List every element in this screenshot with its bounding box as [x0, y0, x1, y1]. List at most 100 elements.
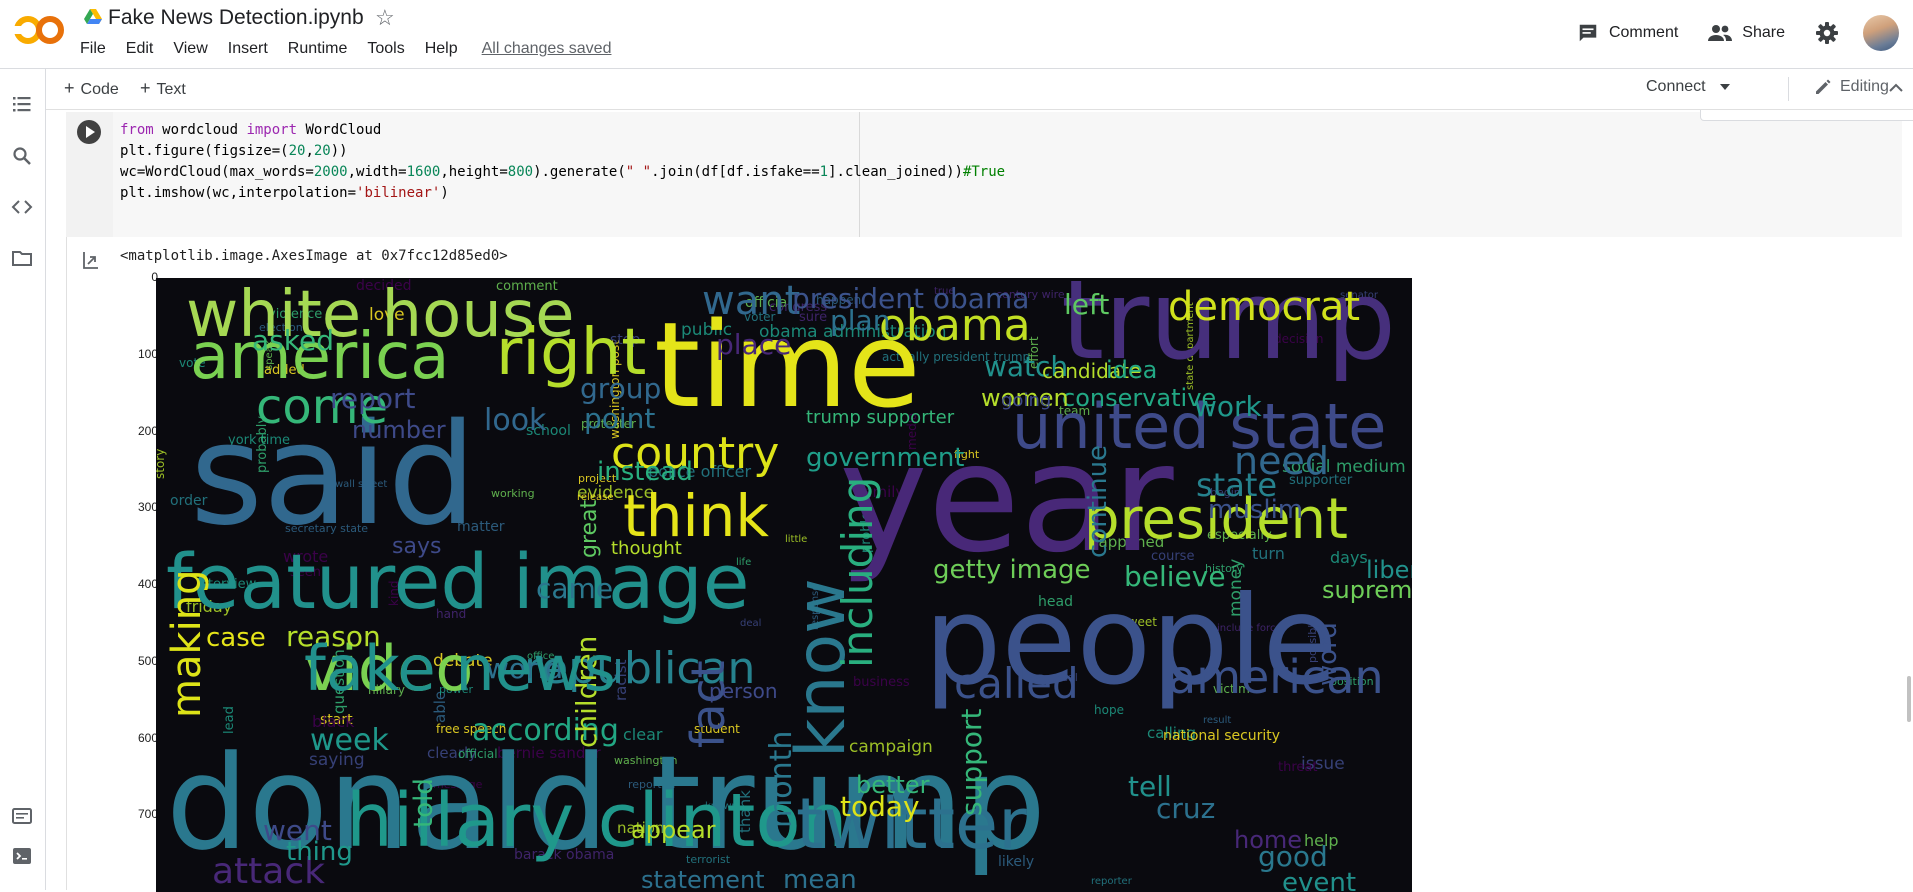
settings-gear-icon[interactable]: [1815, 21, 1839, 45]
people-icon: [1708, 25, 1733, 41]
header-actions: Comment Share: [1577, 15, 1913, 51]
code-editor[interactable]: from wordcloud import WordCloud plt.figu…: [113, 110, 1913, 237]
search-icon[interactable]: [11, 145, 33, 167]
user-avatar[interactable]: [1863, 15, 1899, 51]
files-folder-icon[interactable]: [11, 247, 33, 269]
wordcloud-word: statement: [641, 866, 765, 892]
wordcloud-word: point: [584, 402, 655, 435]
wordcloud-word: place: [716, 328, 791, 361]
menu-runtime[interactable]: Runtime: [288, 40, 358, 62]
wordcloud-word: national security: [1163, 728, 1280, 744]
wordcloud-word: event: [1282, 868, 1356, 892]
command-palette-icon[interactable]: [11, 805, 33, 827]
y-tick-label: 0: [151, 270, 158, 284]
menu-view[interactable]: View: [173, 40, 217, 62]
add-text-button[interactable]: + Text: [140, 78, 186, 99]
wordcloud-word: american: [1168, 650, 1384, 704]
wordcloud-word: report: [330, 382, 416, 415]
wordcloud-word: left: [1064, 288, 1109, 321]
add-code-label: Code: [80, 81, 119, 98]
comment-label: Comment: [1608, 24, 1679, 41]
star-icon[interactable]: ☆: [375, 5, 395, 31]
wordcloud-word: says: [392, 534, 441, 559]
connect-button[interactable]: Connect: [1646, 78, 1730, 96]
comment-button[interactable]: Comment: [1577, 22, 1678, 44]
wordcloud-word: business: [853, 675, 910, 690]
wordcloud-word: including: [833, 477, 882, 668]
wordcloud-word: going: [1001, 390, 1051, 411]
save-status[interactable]: All changes saved: [482, 40, 612, 62]
output-actions-icon[interactable]: [80, 249, 102, 271]
terminal-icon[interactable]: [11, 845, 33, 867]
colab-logo[interactable]: [14, 12, 64, 48]
toolbar-divider: [1788, 77, 1789, 101]
wordcloud-image: reporter calling tweet team story washington …: [156, 278, 1412, 892]
wordcloud-word: government: [806, 443, 965, 473]
y-tick-label: 600: [137, 730, 158, 745]
wordcloud-word: month: [764, 731, 799, 828]
scrollbar[interactable]: [1907, 676, 1911, 722]
wordcloud-word: instead: [597, 457, 693, 487]
share-button[interactable]: Share: [1708, 22, 1785, 44]
y-tick-label: 500: [137, 653, 158, 668]
wordcloud-word: story: [156, 449, 167, 479]
y-tick-label: 200: [137, 423, 158, 438]
google-drive-icon: [84, 9, 102, 25]
wordcloud-word: cruz: [1156, 792, 1215, 825]
editing-label: Editing: [1840, 78, 1889, 95]
wordcloud-word: thought: [611, 538, 682, 559]
wordcloud-word: number: [352, 416, 446, 444]
add-text-label: Text: [156, 81, 186, 98]
wordcloud-word: democrat: [1168, 284, 1360, 330]
table-of-contents-icon[interactable]: [11, 93, 33, 115]
wordcloud-word: asked: [252, 324, 334, 357]
output-text: <matplotlib.image.AxesImage at 0x7fcc12d…: [120, 248, 508, 264]
menu-bar: File Edit View Insert Runtime Tools Help…: [80, 40, 611, 62]
wordcloud-word: called: [954, 659, 1079, 708]
wordcloud-word: group: [580, 372, 661, 405]
wordcloud-word: plan: [830, 304, 890, 337]
y-tick-label: 700: [137, 807, 158, 822]
add-code-button[interactable]: + Code: [64, 78, 119, 99]
editing-mode-button[interactable]: Editing: [1814, 78, 1889, 96]
run-cell-button[interactable]: [77, 120, 101, 144]
code-snippets-icon[interactable]: [11, 196, 33, 218]
wordcloud-word: work: [1194, 390, 1263, 423]
wordcloud-word: support: [955, 708, 988, 816]
wordcloud-word: muslim: [1208, 495, 1303, 525]
left-sidebar: [0, 69, 46, 890]
wordcloud-word: better: [856, 771, 930, 799]
wordcloud-word: thing: [286, 837, 353, 867]
menu-edit[interactable]: Edit: [126, 40, 164, 62]
wordcloud-word: fact: [681, 660, 735, 748]
y-tick-label: 400: [137, 577, 158, 591]
wordcloud-word: week: [310, 723, 389, 758]
cell-toolbar[interactable]: [1700, 110, 1913, 121]
menu-insert[interactable]: Insert: [228, 40, 278, 62]
wordcloud-word: result: [1203, 715, 1231, 726]
plus-icon: +: [140, 78, 151, 98]
notebook-title[interactable]: Fake News Detection.ipynb: [108, 6, 364, 30]
wordcloud-word: told: [409, 778, 439, 828]
wordcloud-word: making: [164, 570, 210, 719]
menu-tools[interactable]: Tools: [367, 40, 414, 62]
wordcloud-word: threat: [1278, 760, 1317, 775]
wordcloud-word: home: [1234, 826, 1302, 854]
wordcloud-word: getty image: [933, 555, 1091, 585]
code-text: from wordcloud import WordCloud plt.figu…: [120, 122, 1006, 201]
wordcloud-word: case: [206, 623, 266, 653]
wordcloud-word: word: [1313, 622, 1343, 686]
app-header: Fake News Detection.ipynb ☆ File Edit Vi…: [0, 0, 1913, 69]
wordcloud-word: little: [785, 534, 807, 545]
wordcloud-word: believe: [1124, 560, 1226, 593]
collapse-header-icon[interactable]: [1886, 78, 1906, 98]
chevron-down-icon: [1719, 83, 1730, 90]
code-cell: from wordcloud import WordCloud plt.figu…: [66, 110, 1913, 892]
wordcloud-word: working: [491, 487, 535, 500]
wordcloud-word: came: [536, 572, 613, 605]
pencil-icon: [1816, 79, 1831, 94]
menu-file[interactable]: File: [80, 40, 116, 62]
menu-help[interactable]: Help: [425, 40, 468, 62]
wordcloud-word: trump supporter: [806, 407, 955, 428]
y-tick-label: 300: [137, 500, 158, 515]
